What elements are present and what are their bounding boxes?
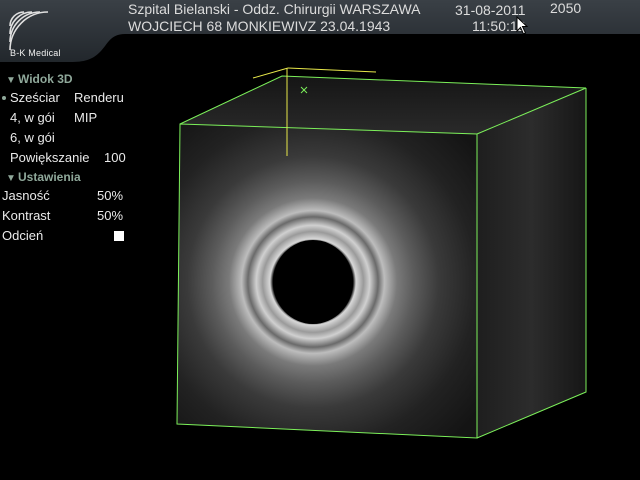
probe-code: 2050 xyxy=(550,0,582,16)
row-label: Sześciar xyxy=(10,90,60,105)
setting-value: 50% xyxy=(97,188,124,203)
menu-row-powiekszanie[interactable]: Powiększanie 100 xyxy=(0,148,130,168)
selected-bullet-icon xyxy=(2,96,6,100)
logo-text: B-K Medical xyxy=(10,48,61,58)
setting-row-jasnosc[interactable]: Jasność 50% xyxy=(0,186,130,206)
hospital-name: Szpital Bielanski - Oddz. Chirurgii WARS… xyxy=(128,1,421,17)
menu-row-4-w-gore[interactable]: 4, w gói MIP xyxy=(0,108,130,128)
section-title: Widok 3D xyxy=(18,72,73,86)
menu-row-6-w-gore[interactable]: 6, w gói xyxy=(0,128,130,148)
control-panel: ▼ Widok 3D Sześciar Renderu 4, w gói MIP … xyxy=(0,70,130,246)
row-label: 6, w gói xyxy=(10,130,55,145)
row-value: Renderu xyxy=(74,90,124,105)
vessel-lumen xyxy=(273,240,353,324)
row-label: Powiększanie xyxy=(10,150,90,165)
section-widok-3d[interactable]: ▼ Widok 3D xyxy=(0,70,130,88)
setting-value: 50% xyxy=(97,208,124,223)
bk-medical-logo: B-K Medical xyxy=(4,4,96,60)
row-label: 4, w gói xyxy=(10,110,55,125)
menu-row-szescian[interactable]: Sześciar Renderu xyxy=(0,88,130,108)
row-value: 100 xyxy=(104,150,126,165)
setting-label: Odcień xyxy=(2,228,44,243)
section-ustawienia[interactable]: ▼ Ustawienia xyxy=(0,168,130,186)
probe-waves-icon xyxy=(9,11,49,51)
ultrasound-3d-viewport[interactable] xyxy=(170,60,600,450)
section-title: Ustawienia xyxy=(18,170,81,184)
header-bar: B-K Medical Szpital Bielanski - Oddz. Ch… xyxy=(0,0,640,62)
setting-row-odcien[interactable]: Odcień xyxy=(0,226,130,246)
setting-row-kontrast[interactable]: Kontrast 50% xyxy=(0,206,130,226)
exam-date: 31-08-2011 xyxy=(455,2,526,18)
row-value: MIP xyxy=(74,110,98,125)
setting-label: Kontrast xyxy=(2,208,51,223)
cube-side-face xyxy=(477,88,586,438)
setting-label: Jasność xyxy=(2,188,50,203)
patient-info: WOJCIECH 68 MONKIEWIVZ 23.04.1943 xyxy=(128,18,391,34)
tint-color-swatch[interactable] xyxy=(114,231,124,241)
mouse-cursor-icon xyxy=(516,16,529,35)
